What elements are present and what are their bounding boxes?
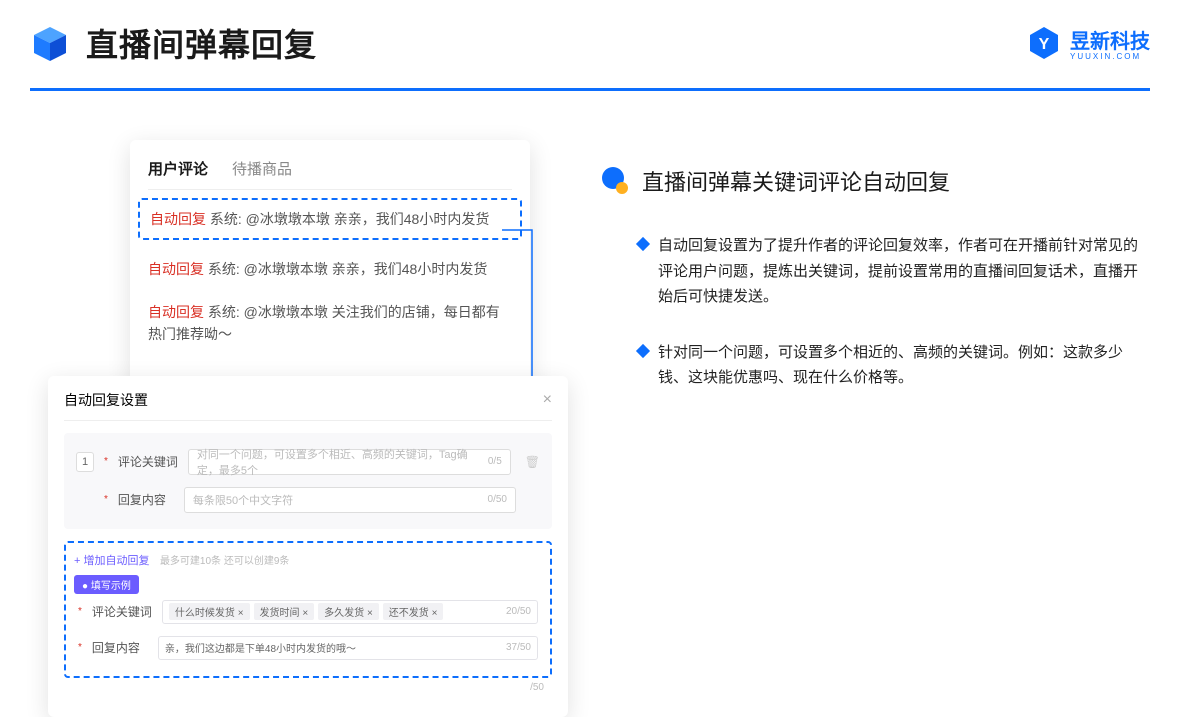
- keyword-tag[interactable]: 多久发货 ×: [318, 603, 379, 620]
- content-row: * 回复内容 每条限50个中文字符 0/50: [72, 481, 544, 519]
- example-keyword-label: 评论关键词: [92, 603, 152, 620]
- cube-icon: [30, 23, 70, 63]
- delete-icon[interactable]: 🗑: [525, 455, 540, 469]
- example-content-text: 亲，我们这边都是下单48小时内发货的哦～: [165, 640, 356, 655]
- comment-text-1: 系统: @冰墩墩本墩 亲亲，我们48小时内发货: [206, 211, 489, 227]
- comment-row: 自动回复 系统: @冰墩墩本墩 关注我们的店铺，每日都有热门推荐呦～: [148, 291, 512, 356]
- header-divider: [30, 88, 1150, 91]
- bullet-text-2: 针对同一个问题，可设置多个相近的、高频的关键词。例如：这款多少钱、这块能优惠吗、…: [658, 340, 1140, 391]
- keyword-tag[interactable]: 什么时候发货 ×: [169, 603, 250, 620]
- index-badge: 1: [76, 452, 94, 472]
- bullet-item: 针对同一个问题，可设置多个相近的、高频的关键词。例如：这款多少钱、这块能优惠吗、…: [600, 340, 1140, 391]
- required-dot: *: [78, 606, 82, 617]
- section-title: 直播间弹幕关键词评论自动回复: [642, 165, 950, 197]
- comment-row: 自动回复 系统: @冰墩墩本墩 亲亲，我们48小时内发货: [148, 248, 512, 290]
- brand-subtitle: YUUXIN.COM: [1070, 52, 1150, 61]
- brand-name: 昱新科技: [1070, 25, 1150, 54]
- comment-tabs: 用户评论 待播商品: [148, 158, 512, 190]
- settings-title: 自动回复设置: [64, 390, 148, 410]
- auto-reply-badge: 自动回复: [148, 304, 204, 320]
- close-icon[interactable]: ×: [543, 391, 552, 409]
- settings-body: 1 * 评论关键词 对同一个问题，可设置多个相近、高频的关键词，Tag确定，最多…: [64, 433, 552, 529]
- bullet-item: 自动回复设置为了提升作者的评论回复效率，作者可在开播前针对常见的评论用户问题，提…: [600, 233, 1140, 310]
- comment-text-2: 系统: @冰墩墩本墩 亲亲，我们48小时内发货: [204, 261, 487, 277]
- example-content-counter: 37/50: [506, 642, 531, 653]
- diamond-bullet-icon: [636, 343, 650, 357]
- content-input[interactable]: 每条限50个中文字符 0/50: [184, 487, 516, 513]
- example-badge: ● 填写示例: [74, 575, 139, 594]
- keyword-label: 评论关键词: [118, 453, 178, 470]
- required-dot: *: [104, 456, 108, 467]
- example-keyword-row: * 评论关键词 什么时候发货 × 发货时间 × 多久发货 × 还不发货 × 20…: [74, 594, 542, 630]
- header-left: 直播间弹幕回复: [30, 20, 317, 66]
- chat-bubble-icon: [600, 166, 630, 196]
- comment-row-highlighted: 自动回复 系统: @冰墩墩本墩 亲亲，我们48小时内发货: [138, 198, 522, 240]
- add-auto-reply-link[interactable]: + 增加自动回复: [74, 555, 149, 567]
- add-row: + 增加自动回复 最多可建10条 还可以创建9条: [74, 551, 542, 569]
- keyword-placeholder: 对同一个问题，可设置多个相近、高频的关键词，Tag确定，最多5个: [197, 446, 488, 478]
- right-column: 直播间弹幕关键词评论自动回复 自动回复设置为了提升作者的评论回复效率，作者可在开…: [600, 165, 1140, 421]
- example-keyword-input[interactable]: 什么时候发货 × 发货时间 × 多久发货 × 还不发货 × 20/50: [162, 600, 538, 624]
- auto-reply-badge: 自动回复: [150, 211, 206, 227]
- keyword-tag[interactable]: 还不发货 ×: [383, 603, 444, 620]
- left-column: 用户评论 待播商品 自动回复 系统: @冰墩墩本墩 亲亲，我们48小时内发货 自…: [60, 140, 580, 717]
- comment-panel: 用户评论 待播商品 自动回复 系统: @冰墩墩本墩 亲亲，我们48小时内发货 自…: [130, 140, 530, 386]
- keyword-tag[interactable]: 发货时间 ×: [254, 603, 315, 620]
- example-content-label: 回复内容: [92, 639, 148, 656]
- tab-user-comments[interactable]: 用户评论: [148, 158, 208, 179]
- example-content-input[interactable]: 亲，我们这边都是下单48小时内发货的哦～ 37/50: [158, 636, 538, 660]
- keyword-counter: 0/5: [488, 456, 502, 467]
- keyword-row: 1 * 评论关键词 对同一个问题，可设置多个相近、高频的关键词，Tag确定，最多…: [72, 443, 544, 481]
- brand: Y 昱新科技 YUUXIN.COM: [1026, 25, 1150, 61]
- example-block: + 增加自动回复 最多可建10条 还可以创建9条 ● 填写示例 * 评论关键词 …: [64, 541, 552, 678]
- required-dot: *: [78, 642, 82, 653]
- page-title: 直播间弹幕回复: [86, 20, 317, 66]
- diamond-bullet-icon: [636, 237, 650, 251]
- required-dot: *: [104, 494, 108, 505]
- section-heading: 直播间弹幕关键词评论自动回复: [600, 165, 1140, 197]
- outer-counter: /50: [530, 682, 544, 693]
- content-label: 回复内容: [118, 491, 174, 508]
- auto-reply-badge: 自动回复: [148, 261, 204, 277]
- example-kw-counter: 20/50: [506, 606, 531, 617]
- settings-header: 自动回复设置 ×: [64, 390, 552, 421]
- slide-header: 直播间弹幕回复 Y 昱新科技 YUUXIN.COM: [30, 20, 1150, 66]
- content-placeholder: 每条限50个中文字符: [193, 492, 293, 508]
- keyword-input[interactable]: 对同一个问题，可设置多个相近、高频的关键词，Tag确定，最多5个 0/5: [188, 449, 511, 475]
- content-counter: 0/50: [488, 494, 507, 505]
- add-hint: 最多可建10条 还可以创建9条: [160, 556, 289, 567]
- bullet-text-1: 自动回复设置为了提升作者的评论回复效率，作者可在开播前针对常见的评论用户问题，提…: [658, 233, 1140, 310]
- brand-logo-icon: Y: [1026, 25, 1062, 61]
- auto-reply-settings-panel: 自动回复设置 × 1 * 评论关键词 对同一个问题，可设置多个相近、高频的关键词…: [48, 376, 568, 717]
- tab-pending-products[interactable]: 待播商品: [232, 158, 292, 179]
- example-content-row: * 回复内容 亲，我们这边都是下单48小时内发货的哦～ 37/50: [74, 630, 542, 666]
- svg-text:Y: Y: [1039, 36, 1050, 53]
- brand-text-wrap: 昱新科技 YUUXIN.COM: [1070, 25, 1150, 61]
